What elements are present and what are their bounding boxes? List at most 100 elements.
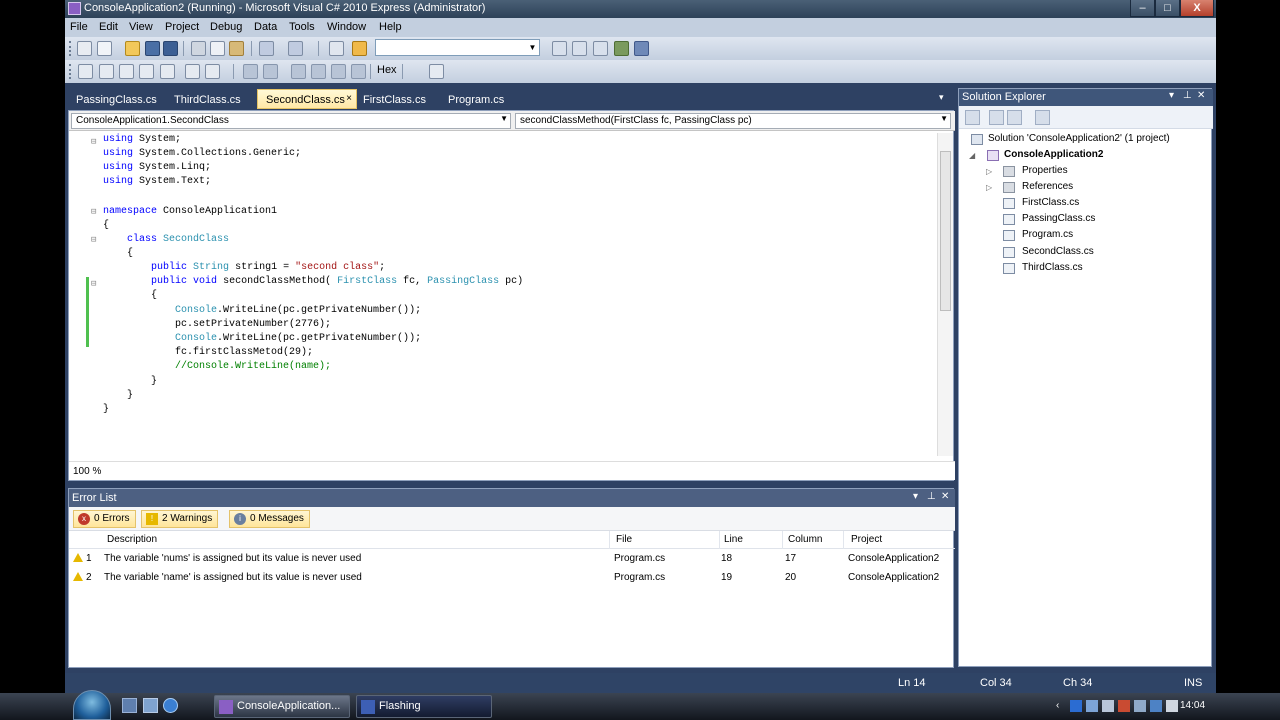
scrollbar-thumb[interactable] bbox=[940, 151, 951, 311]
tree-item-references[interactable]: References bbox=[1022, 181, 1073, 192]
table-row[interactable]: 1 The variable 'nums' is assigned but it… bbox=[69, 550, 955, 569]
continue-icon[interactable] bbox=[243, 64, 258, 79]
collapse-toggle-icon[interactable]: ⊟ bbox=[91, 279, 96, 289]
menu-project[interactable]: Project bbox=[165, 21, 199, 33]
tab-program[interactable]: Program.cs bbox=[440, 90, 520, 110]
collapse-toggle-icon[interactable]: ⊟ bbox=[91, 235, 96, 245]
bookmark-icon[interactable] bbox=[205, 64, 220, 79]
display-icon[interactable] bbox=[1150, 700, 1162, 712]
properties-window-icon[interactable] bbox=[634, 41, 649, 56]
code-area[interactable]: ⊟ ⊟ ⊟ ⊟ using System; using System.Colle… bbox=[69, 133, 939, 455]
switch-windows-icon[interactable] bbox=[143, 698, 158, 713]
tree-solution[interactable]: Solution 'ConsoleApplication2' (1 projec… bbox=[988, 133, 1170, 144]
show-all-files-icon[interactable] bbox=[989, 110, 1004, 125]
new-project-icon[interactable] bbox=[77, 41, 92, 56]
undo-icon[interactable] bbox=[259, 41, 274, 56]
menu-view[interactable]: View bbox=[129, 21, 153, 33]
tree-item-thirdclass[interactable]: ThirdClass.cs bbox=[1022, 262, 1083, 273]
errors-filter-button[interactable]: x 0 Errors bbox=[73, 510, 136, 528]
volume-icon[interactable] bbox=[1166, 700, 1178, 712]
column-description[interactable]: Description bbox=[107, 534, 157, 545]
menu-tools[interactable]: Tools bbox=[289, 21, 315, 33]
expand-arrow-icon[interactable]: ◢ bbox=[969, 151, 975, 160]
zoom-level[interactable]: 100 % bbox=[73, 466, 101, 477]
menu-file[interactable]: File bbox=[70, 21, 88, 33]
network-icon[interactable] bbox=[1086, 700, 1098, 712]
security-icon[interactable] bbox=[1102, 700, 1114, 712]
error-list-titlebar[interactable]: Error List ▾ ⊥ ✕ bbox=[69, 489, 955, 507]
column-divider[interactable] bbox=[609, 531, 610, 549]
uncomment-icon[interactable] bbox=[185, 64, 200, 79]
menu-debug[interactable]: Debug bbox=[210, 21, 242, 33]
stop-debugging-icon[interactable] bbox=[263, 64, 278, 79]
taskbar-item-console-application[interactable]: ConsoleApplication... bbox=[214, 695, 350, 718]
column-project[interactable]: Project bbox=[851, 534, 882, 545]
solution-explorer-titlebar[interactable]: Solution Explorer ▾ ⊥ ✕ bbox=[959, 89, 1213, 106]
type-dropdown[interactable]: ConsoleApplication1.SecondClass ▼ bbox=[71, 113, 511, 129]
toolbar-grip[interactable] bbox=[69, 41, 72, 56]
pin-icon[interactable]: ⊥ bbox=[927, 491, 936, 502]
tab-thirdclass[interactable]: ThirdClass.cs bbox=[166, 90, 250, 110]
paste-icon[interactable] bbox=[229, 41, 244, 56]
tree-project[interactable]: ConsoleApplication2 bbox=[1004, 149, 1103, 160]
find-in-files-icon[interactable] bbox=[552, 41, 567, 56]
collapse-toggle-icon[interactable]: ⊟ bbox=[91, 207, 96, 217]
step-into-icon[interactable] bbox=[311, 64, 326, 79]
tab-passingclass[interactable]: PassingClass.cs bbox=[68, 90, 160, 110]
expand-arrow-icon[interactable]: ▷ bbox=[986, 183, 992, 192]
breakpoints-window-icon[interactable] bbox=[429, 64, 444, 79]
font-size-icon[interactable] bbox=[139, 64, 154, 79]
chevron-down-icon[interactable]: ▼ bbox=[940, 114, 948, 123]
menu-help[interactable]: Help bbox=[379, 21, 402, 33]
menu-window[interactable]: Window bbox=[327, 21, 366, 33]
open-file-icon[interactable] bbox=[125, 41, 140, 56]
close-button[interactable]: X bbox=[1180, 0, 1214, 17]
close-tab-icon[interactable]: × bbox=[346, 93, 352, 104]
start-button[interactable] bbox=[73, 690, 111, 720]
tab-firstclass[interactable]: FirstClass.cs bbox=[355, 90, 437, 110]
menu-data[interactable]: Data bbox=[254, 21, 277, 33]
tree-item-secondclass[interactable]: SecondClass.cs bbox=[1022, 246, 1094, 257]
messages-filter-button[interactable]: i 0 Messages bbox=[229, 510, 310, 528]
language-icon[interactable] bbox=[1070, 700, 1082, 712]
copy-icon[interactable] bbox=[210, 41, 225, 56]
tree-item-firstclass[interactable]: FirstClass.cs bbox=[1022, 197, 1079, 208]
find-icon[interactable] bbox=[572, 41, 587, 56]
cut-icon[interactable] bbox=[191, 41, 206, 56]
tray-expand-icon[interactable]: ‹ bbox=[1056, 700, 1068, 712]
collapse-toggle-icon[interactable]: ⊟ bbox=[91, 137, 96, 147]
tree-item-program[interactable]: Program.cs bbox=[1022, 229, 1073, 240]
solution-config-combo[interactable]: ▼ bbox=[375, 39, 540, 56]
taskbar-item-flashing[interactable]: Flashing bbox=[356, 695, 492, 718]
toolbar-grip[interactable] bbox=[69, 64, 72, 79]
panel-menu-icon[interactable]: ▾ bbox=[913, 491, 918, 502]
column-column[interactable]: Column bbox=[788, 534, 822, 545]
maximize-button[interactable]: □ bbox=[1155, 0, 1180, 17]
refresh-icon[interactable] bbox=[1007, 110, 1022, 125]
start-debugging-icon[interactable] bbox=[352, 41, 367, 56]
close-panel-icon[interactable]: ✕ bbox=[941, 491, 949, 502]
table-row[interactable]: 2 The variable 'name' is assigned but it… bbox=[69, 569, 955, 588]
column-divider[interactable] bbox=[719, 531, 720, 549]
format-icon[interactable] bbox=[78, 64, 93, 79]
internet-explorer-icon[interactable] bbox=[163, 698, 178, 713]
save-all-icon[interactable] bbox=[163, 41, 178, 56]
code-editor[interactable]: ConsoleApplication1.SecondClass ▼ second… bbox=[68, 110, 955, 481]
expand-arrow-icon[interactable]: ▷ bbox=[986, 167, 992, 176]
show-next-statement-icon[interactable] bbox=[291, 64, 306, 79]
column-line[interactable]: Line bbox=[724, 534, 743, 545]
usb-icon[interactable] bbox=[1134, 700, 1146, 712]
tree-item-properties[interactable]: Properties bbox=[1022, 165, 1068, 176]
column-divider[interactable] bbox=[843, 531, 844, 549]
navigate-icon[interactable] bbox=[329, 41, 344, 56]
tray-app-icon[interactable] bbox=[1118, 700, 1130, 712]
view-code-icon[interactable] bbox=[1035, 110, 1050, 125]
pin-icon[interactable]: ⊥ bbox=[1183, 90, 1192, 101]
step-out-icon[interactable] bbox=[351, 64, 366, 79]
tree-item-passingclass[interactable]: PassingClass.cs bbox=[1022, 213, 1095, 224]
save-icon[interactable] bbox=[145, 41, 160, 56]
comment-icon[interactable] bbox=[160, 64, 175, 79]
outdent-icon[interactable] bbox=[119, 64, 134, 79]
tab-list-dropdown-icon[interactable]: ▾ bbox=[939, 92, 944, 103]
hex-toggle-button[interactable]: Hex bbox=[377, 64, 397, 76]
